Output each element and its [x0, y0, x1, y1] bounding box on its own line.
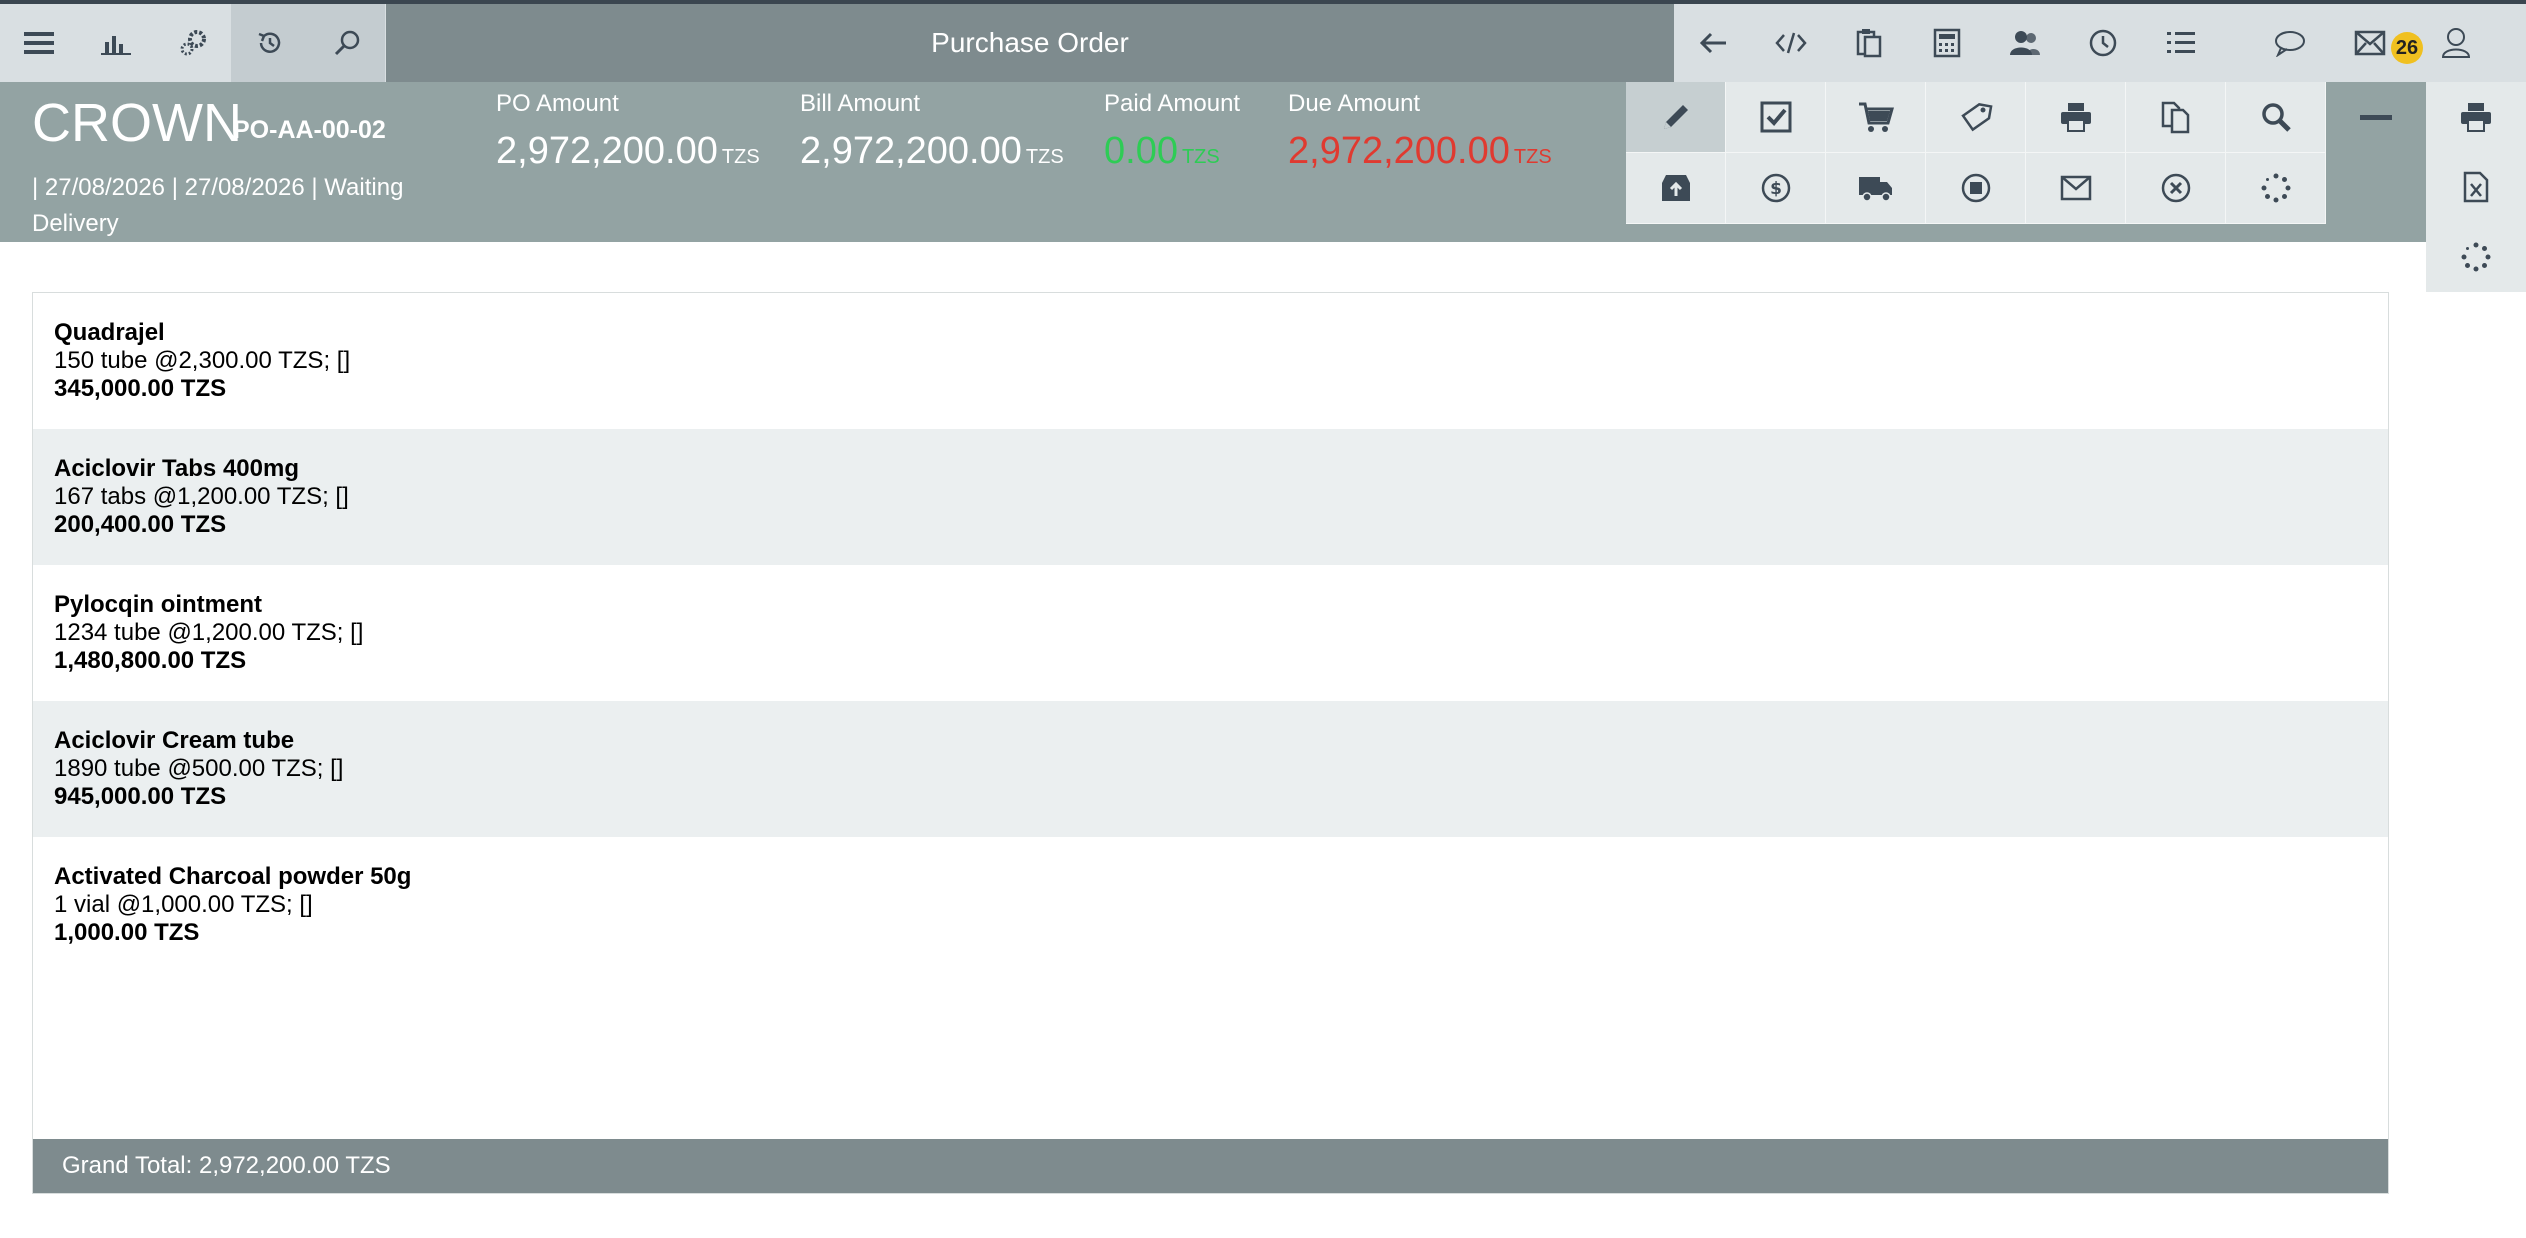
chat-icon[interactable] — [2244, 4, 2336, 82]
envelope-icon[interactable] — [2026, 153, 2126, 224]
users-icon[interactable] — [1986, 4, 2064, 82]
list-icon[interactable] — [2142, 4, 2220, 82]
bill-amount: Bill Amount 2,972,200.00 TZS — [800, 90, 1064, 173]
archive-icon[interactable] — [1626, 153, 1726, 224]
item-detail: 150 tube @2,300.00 TZS; [] — [54, 347, 351, 374]
spinner-icon[interactable] — [2426, 222, 2526, 292]
pencil-icon[interactable] — [1626, 82, 1726, 153]
svg-text:$: $ — [1770, 179, 1782, 199]
action-toolbar: $ — [1626, 82, 2326, 224]
po-amount-currency: TZS — [721, 146, 760, 168]
item-name: Activated Charcoal powder 50g — [54, 863, 412, 890]
bill-amount-value: 2,972,200.00 — [800, 130, 1022, 172]
item-name: Quadrajel — [54, 319, 165, 346]
item-total: 200,400.00 TZS — [54, 511, 227, 538]
menu-icon[interactable] — [0, 4, 77, 82]
print-icon[interactable] — [2026, 82, 2126, 153]
order-items-list: Quadrajel 150 tube @2,300.00 TZS; [] 345… — [32, 292, 2389, 1194]
item-name: Aciclovir Tabs 400mg — [54, 455, 299, 482]
item-total: 1,000.00 TZS — [54, 919, 200, 946]
gears-icon[interactable] — [154, 4, 231, 82]
spinner-icon[interactable] — [2226, 153, 2326, 224]
top-navbar: Purchase Order 26 — [0, 4, 2526, 82]
truck-icon[interactable] — [1826, 153, 1926, 224]
clipboard-icon[interactable] — [1830, 4, 1908, 82]
paid-amount: Paid Amount 0.00 TZS — [1104, 90, 1240, 173]
po-amount-value: 2,972,200.00 — [496, 130, 718, 172]
due-amount-value: 2,972,200.00 — [1288, 130, 1510, 172]
item-name: Pylocqin ointment — [54, 591, 263, 618]
code-icon[interactable] — [1752, 4, 1830, 82]
excel-icon[interactable] — [2426, 152, 2526, 222]
due-amount-currency: TZS — [1513, 146, 1552, 168]
nav-left-group — [0, 4, 386, 82]
item-total: 345,000.00 TZS — [54, 375, 227, 402]
checkbox-icon[interactable] — [1726, 82, 1826, 153]
due-amount-label: Due Amount — [1288, 90, 1421, 117]
cart-icon[interactable] — [1826, 82, 1926, 153]
chart-icon[interactable] — [77, 4, 154, 82]
clock-icon[interactable] — [2064, 4, 2142, 82]
item-name: Aciclovir Cream tube — [54, 727, 295, 754]
page-title: Purchase Order — [931, 27, 1129, 58]
zoom-icon[interactable] — [2226, 82, 2326, 153]
grand-total: Grand Total: 2,972,200.00 TZS — [33, 1139, 2388, 1193]
bill-amount-currency: TZS — [1025, 146, 1064, 168]
list-item[interactable]: Quadrajel 150 tube @2,300.00 TZS; [] 345… — [33, 293, 2388, 429]
back-arrow-icon[interactable] — [1674, 4, 1752, 82]
notification-badge[interactable]: 26 — [2391, 32, 2423, 64]
stop-icon[interactable] — [1926, 153, 2026, 224]
item-detail: 1 vial @1,000.00 TZS; [] — [54, 891, 313, 918]
item-detail: 1234 tube @1,200.00 TZS; [] — [54, 619, 364, 646]
paid-amount-label: Paid Amount — [1104, 90, 1241, 117]
bill-amount-label: Bill Amount — [800, 90, 921, 117]
print-icon[interactable] — [2426, 82, 2526, 152]
item-detail: 167 tabs @1,200.00 TZS; [] — [54, 483, 349, 510]
po-amount-label: PO Amount — [496, 90, 619, 117]
item-total: 945,000.00 TZS — [54, 783, 227, 810]
side-action-toolbar — [2426, 82, 2526, 292]
mail-icon[interactable] — [2348, 4, 2392, 82]
list-item[interactable]: Aciclovir Cream tube 1890 tube @500.00 T… — [33, 701, 2388, 837]
cancel-icon[interactable] — [2126, 153, 2226, 224]
order-meta: | 27/08/2026 | 27/08/2026 | Waiting Deli… — [32, 174, 404, 237]
po-amount: PO Amount 2,972,200.00 TZS — [496, 90, 760, 173]
item-detail: 1890 tube @500.00 TZS; [] — [54, 755, 344, 782]
calculator-icon[interactable] — [1908, 4, 1986, 82]
item-total: 1,480,800.00 TZS — [54, 647, 247, 674]
paid-amount-value: 0.00 — [1104, 130, 1178, 172]
history-icon[interactable] — [231, 4, 308, 82]
tag-icon[interactable] — [1926, 82, 2026, 153]
nav-far-group — [2220, 4, 2526, 82]
due-amount: Due Amount 2,972,200.00 TZS — [1288, 90, 1552, 173]
minus-icon[interactable] — [2326, 82, 2426, 153]
copy-icon[interactable] — [2126, 82, 2226, 153]
paid-amount-currency: TZS — [1181, 146, 1220, 168]
nav-right-group — [1674, 4, 2220, 82]
search-icon[interactable] — [308, 4, 385, 82]
dollar-icon[interactable]: $ — [1726, 153, 1826, 224]
list-item[interactable]: Activated Charcoal powder 50g 1 vial @1,… — [33, 837, 2388, 973]
list-item[interactable]: Pylocqin ointment 1234 tube @1,200.00 TZ… — [33, 565, 2388, 701]
company-name: CROWN — [32, 93, 242, 153]
po-number: PO-AA-00-02 — [233, 116, 386, 144]
user-icon[interactable] — [2432, 4, 2480, 82]
list-item[interactable]: Aciclovir Tabs 400mg 167 tabs @1,200.00 … — [33, 429, 2388, 565]
